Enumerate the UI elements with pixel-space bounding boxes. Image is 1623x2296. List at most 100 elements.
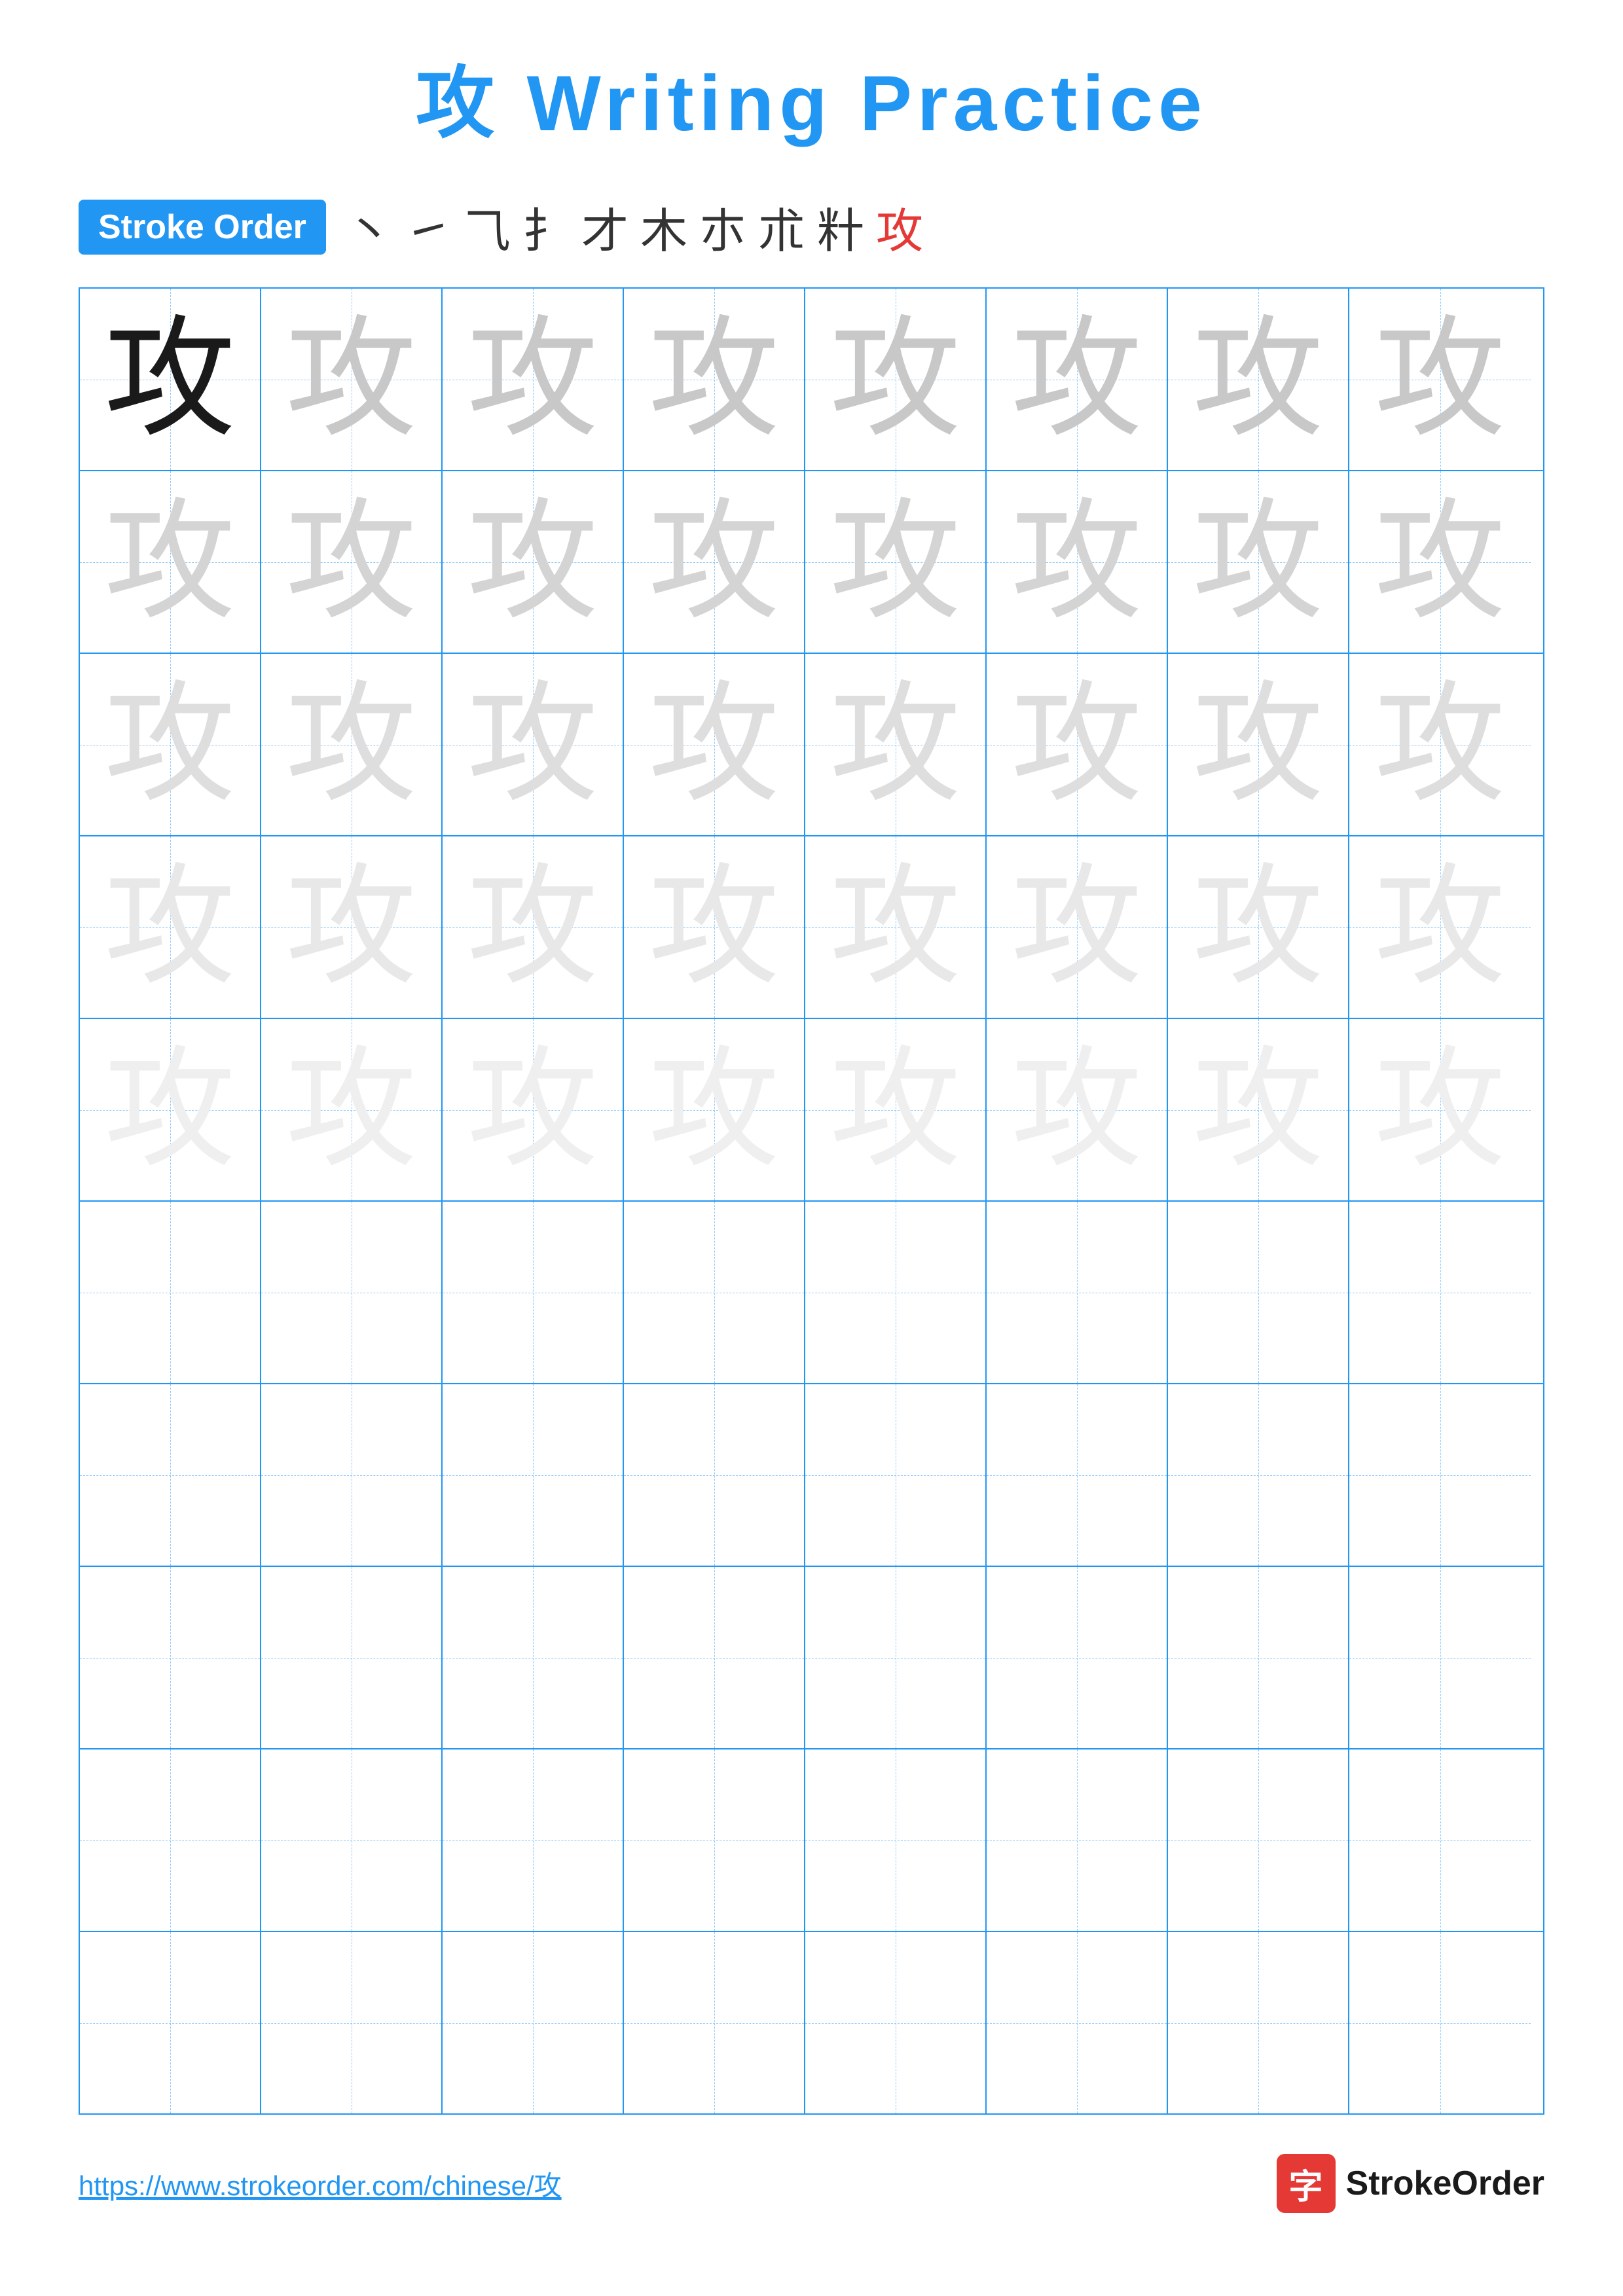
grid-cell[interactable]: 攻: [624, 836, 805, 1018]
stroke-order-chars: 丶 ㇀ ⺄ 扌 才 木 朩 朮 籵 攻: [346, 192, 923, 261]
grid-cell[interactable]: [624, 1932, 805, 2113]
grid-cell[interactable]: [443, 1932, 624, 2113]
grid-cell[interactable]: [1349, 1567, 1531, 1748]
grid-cell[interactable]: [443, 1749, 624, 1931]
grid-cell[interactable]: 攻: [624, 289, 805, 470]
grid-cell[interactable]: 攻: [987, 836, 1168, 1018]
grid-cell[interactable]: [987, 1202, 1168, 1383]
grid-cell[interactable]: 攻: [987, 471, 1168, 653]
grid-row: 攻 攻 攻 攻 攻 攻 攻 攻: [80, 654, 1543, 836]
grid-cell[interactable]: [805, 1567, 987, 1748]
grid-cell[interactable]: [443, 1567, 624, 1748]
grid-cell[interactable]: [1349, 1749, 1531, 1931]
grid-cell[interactable]: 攻: [987, 654, 1168, 835]
grid-cell[interactable]: [805, 1932, 987, 2113]
grid-cell[interactable]: [80, 1749, 261, 1931]
grid-cell[interactable]: 攻: [1349, 1019, 1531, 1200]
grid-cell[interactable]: [443, 1384, 624, 1566]
grid-cell[interactable]: [80, 1202, 261, 1383]
grid-cell[interactable]: 攻: [261, 471, 443, 653]
grid-cell[interactable]: 攻: [805, 471, 987, 653]
grid-cell[interactable]: [80, 1567, 261, 1748]
grid-cell[interactable]: [987, 1567, 1168, 1748]
grid-cell[interactable]: 攻: [624, 654, 805, 835]
grid-cell[interactable]: 攻: [805, 836, 987, 1018]
grid-cell[interactable]: 攻: [80, 1019, 261, 1200]
grid-cell[interactable]: [261, 1932, 443, 2113]
footer-logo: 字 StrokeOrder: [1277, 2154, 1544, 2213]
grid-cell[interactable]: [1349, 1932, 1531, 2113]
grid-cell[interactable]: 攻: [80, 471, 261, 653]
grid-cell[interactable]: 攻: [261, 289, 443, 470]
grid-cell[interactable]: 攻: [443, 471, 624, 653]
grid-row-empty: [80, 1202, 1543, 1384]
grid-row: 攻 攻 攻 攻 攻 攻 攻 攻: [80, 289, 1543, 471]
grid-cell[interactable]: [1168, 1384, 1349, 1566]
grid-cell[interactable]: 攻: [987, 1019, 1168, 1200]
grid-cell[interactable]: 攻: [805, 1019, 987, 1200]
grid-cell[interactable]: [261, 1202, 443, 1383]
grid-cell[interactable]: [1168, 1932, 1349, 2113]
grid-cell[interactable]: [443, 1202, 624, 1383]
grid-cell[interactable]: 攻: [443, 1019, 624, 1200]
grid-cell[interactable]: 攻: [1168, 289, 1349, 470]
grid-row: 攻 攻 攻 攻 攻 攻 攻 攻: [80, 471, 1543, 654]
grid-row-empty: [80, 1567, 1543, 1749]
grid-cell[interactable]: 攻: [805, 289, 987, 470]
grid-cell[interactable]: [261, 1749, 443, 1931]
grid-cell[interactable]: [80, 1384, 261, 1566]
grid-cell[interactable]: 攻: [443, 654, 624, 835]
grid-cell[interactable]: [261, 1384, 443, 1566]
grid-cell[interactable]: 攻: [1168, 1019, 1349, 1200]
grid-cell[interactable]: 攻: [1168, 471, 1349, 653]
grid-row-empty: [80, 1932, 1543, 2113]
grid-cell[interactable]: [80, 1932, 261, 2113]
practice-grid: 攻 攻 攻 攻 攻 攻 攻 攻 攻 攻 攻: [79, 287, 1544, 2115]
grid-cell[interactable]: 攻: [80, 836, 261, 1018]
grid-cell[interactable]: [805, 1749, 987, 1931]
grid-cell[interactable]: [987, 1384, 1168, 1566]
grid-cell[interactable]: [987, 1932, 1168, 2113]
grid-cell[interactable]: [261, 1567, 443, 1748]
footer-logo-text: StrokeOrder: [1346, 2164, 1544, 2203]
grid-cell[interactable]: 攻: [1168, 654, 1349, 835]
grid-cell[interactable]: 攻: [624, 1019, 805, 1200]
footer-logo-icon: 字: [1277, 2154, 1336, 2213]
footer-url[interactable]: https://www.strokeorder.com/chinese/攻: [79, 2164, 562, 2204]
grid-cell[interactable]: [805, 1202, 987, 1383]
grid-cell[interactable]: 攻: [443, 289, 624, 470]
grid-cell[interactable]: 攻: [261, 1019, 443, 1200]
grid-cell[interactable]: 攻: [1349, 654, 1531, 835]
footer: https://www.strokeorder.com/chinese/攻 字 …: [79, 2154, 1544, 2213]
grid-cell[interactable]: [1349, 1202, 1531, 1383]
grid-cell[interactable]: 攻: [1349, 289, 1531, 470]
grid-cell[interactable]: 攻: [1168, 836, 1349, 1018]
grid-cell[interactable]: [624, 1567, 805, 1748]
stroke-order-row: Stroke Order 丶 ㇀ ⺄ 扌 才 木 朩 朮 籵 攻: [79, 192, 1544, 261]
grid-row: 攻 攻 攻 攻 攻 攻 攻 攻: [80, 836, 1543, 1019]
grid-cell[interactable]: [1168, 1567, 1349, 1748]
grid-cell[interactable]: [1168, 1202, 1349, 1383]
grid-cell[interactable]: 攻: [805, 654, 987, 835]
grid-cell[interactable]: [805, 1384, 987, 1566]
page-title: 攻 Writing Practice: [416, 39, 1207, 153]
grid-cell[interactable]: [624, 1749, 805, 1931]
grid-cell[interactable]: 攻: [1349, 836, 1531, 1018]
grid-cell[interactable]: 攻: [80, 289, 261, 470]
grid-cell[interactable]: 攻: [624, 471, 805, 653]
stroke-order-badge: Stroke Order: [79, 200, 326, 255]
grid-cell[interactable]: 攻: [261, 654, 443, 835]
grid-cell[interactable]: 攻: [80, 654, 261, 835]
grid-cell[interactable]: [1168, 1749, 1349, 1931]
grid-row-empty: [80, 1384, 1543, 1567]
grid-cell[interactable]: [624, 1202, 805, 1383]
grid-cell[interactable]: [1349, 1384, 1531, 1566]
grid-row-empty: [80, 1749, 1543, 1932]
grid-row: 攻 攻 攻 攻 攻 攻 攻 攻: [80, 1019, 1543, 1202]
grid-cell[interactable]: [987, 1749, 1168, 1931]
grid-cell[interactable]: 攻: [987, 289, 1168, 470]
grid-cell[interactable]: 攻: [261, 836, 443, 1018]
grid-cell[interactable]: 攻: [1349, 471, 1531, 653]
grid-cell[interactable]: [624, 1384, 805, 1566]
grid-cell[interactable]: 攻: [443, 836, 624, 1018]
